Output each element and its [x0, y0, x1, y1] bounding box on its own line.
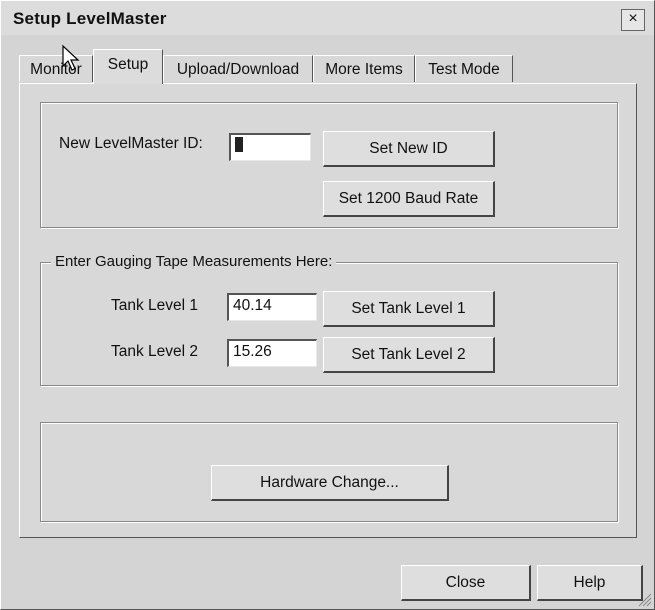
title-bar[interactable]: Setup LevelMaster × — [1, 1, 654, 35]
mouse-pointer-icon — [62, 44, 80, 71]
resize-grip-icon[interactable] — [636, 591, 652, 607]
help-button[interactable]: Help — [537, 565, 643, 601]
tape-group-caption: Enter Gauging Tape Measurements Here: — [51, 253, 337, 270]
close-button[interactable]: Close — [401, 565, 531, 601]
tab-more-items[interactable]: More Items — [313, 55, 415, 82]
tank2-label: Tank Level 2 — [111, 343, 199, 360]
tab-setup[interactable]: Setup — [93, 49, 163, 84]
setup-levelmaster-dialog: Setup LevelMaster × Monitor Setup Upload… — [0, 0, 655, 610]
window-title: Setup LevelMaster — [13, 9, 167, 28]
levelmaster-id-input[interactable]: 0 — [229, 133, 311, 161]
id-groupbox: New LevelMaster ID: 0 Set New ID Set 120… — [40, 102, 618, 228]
text-caret — [235, 137, 243, 152]
tank2-input[interactable]: 15.26 — [227, 339, 317, 367]
hardware-groupbox: Hardware Change... — [40, 422, 618, 522]
set-1200-baud-rate-button[interactable]: Set 1200 Baud Rate — [323, 181, 495, 217]
tab-upload-download[interactable]: Upload/Download — [163, 55, 313, 82]
tank1-input[interactable]: 40.14 — [227, 293, 317, 321]
tank1-label: Tank Level 1 — [111, 297, 199, 314]
tab-test-mode[interactable]: Test Mode — [415, 55, 513, 82]
set-new-id-button[interactable]: Set New ID — [323, 131, 495, 167]
close-window-button[interactable]: × — [621, 9, 645, 31]
id-label: New LevelMaster ID: — [59, 135, 203, 152]
setup-tab-panel: New LevelMaster ID: 0 Set New ID Set 120… — [19, 83, 637, 538]
hardware-change-button[interactable]: Hardware Change... — [211, 465, 449, 501]
set-tank-level-2-button[interactable]: Set Tank Level 2 — [323, 337, 495, 373]
tape-measurement-groupbox: Enter Gauging Tape Measurements Here: Ta… — [40, 253, 618, 386]
set-tank-level-1-button[interactable]: Set Tank Level 1 — [323, 291, 495, 327]
